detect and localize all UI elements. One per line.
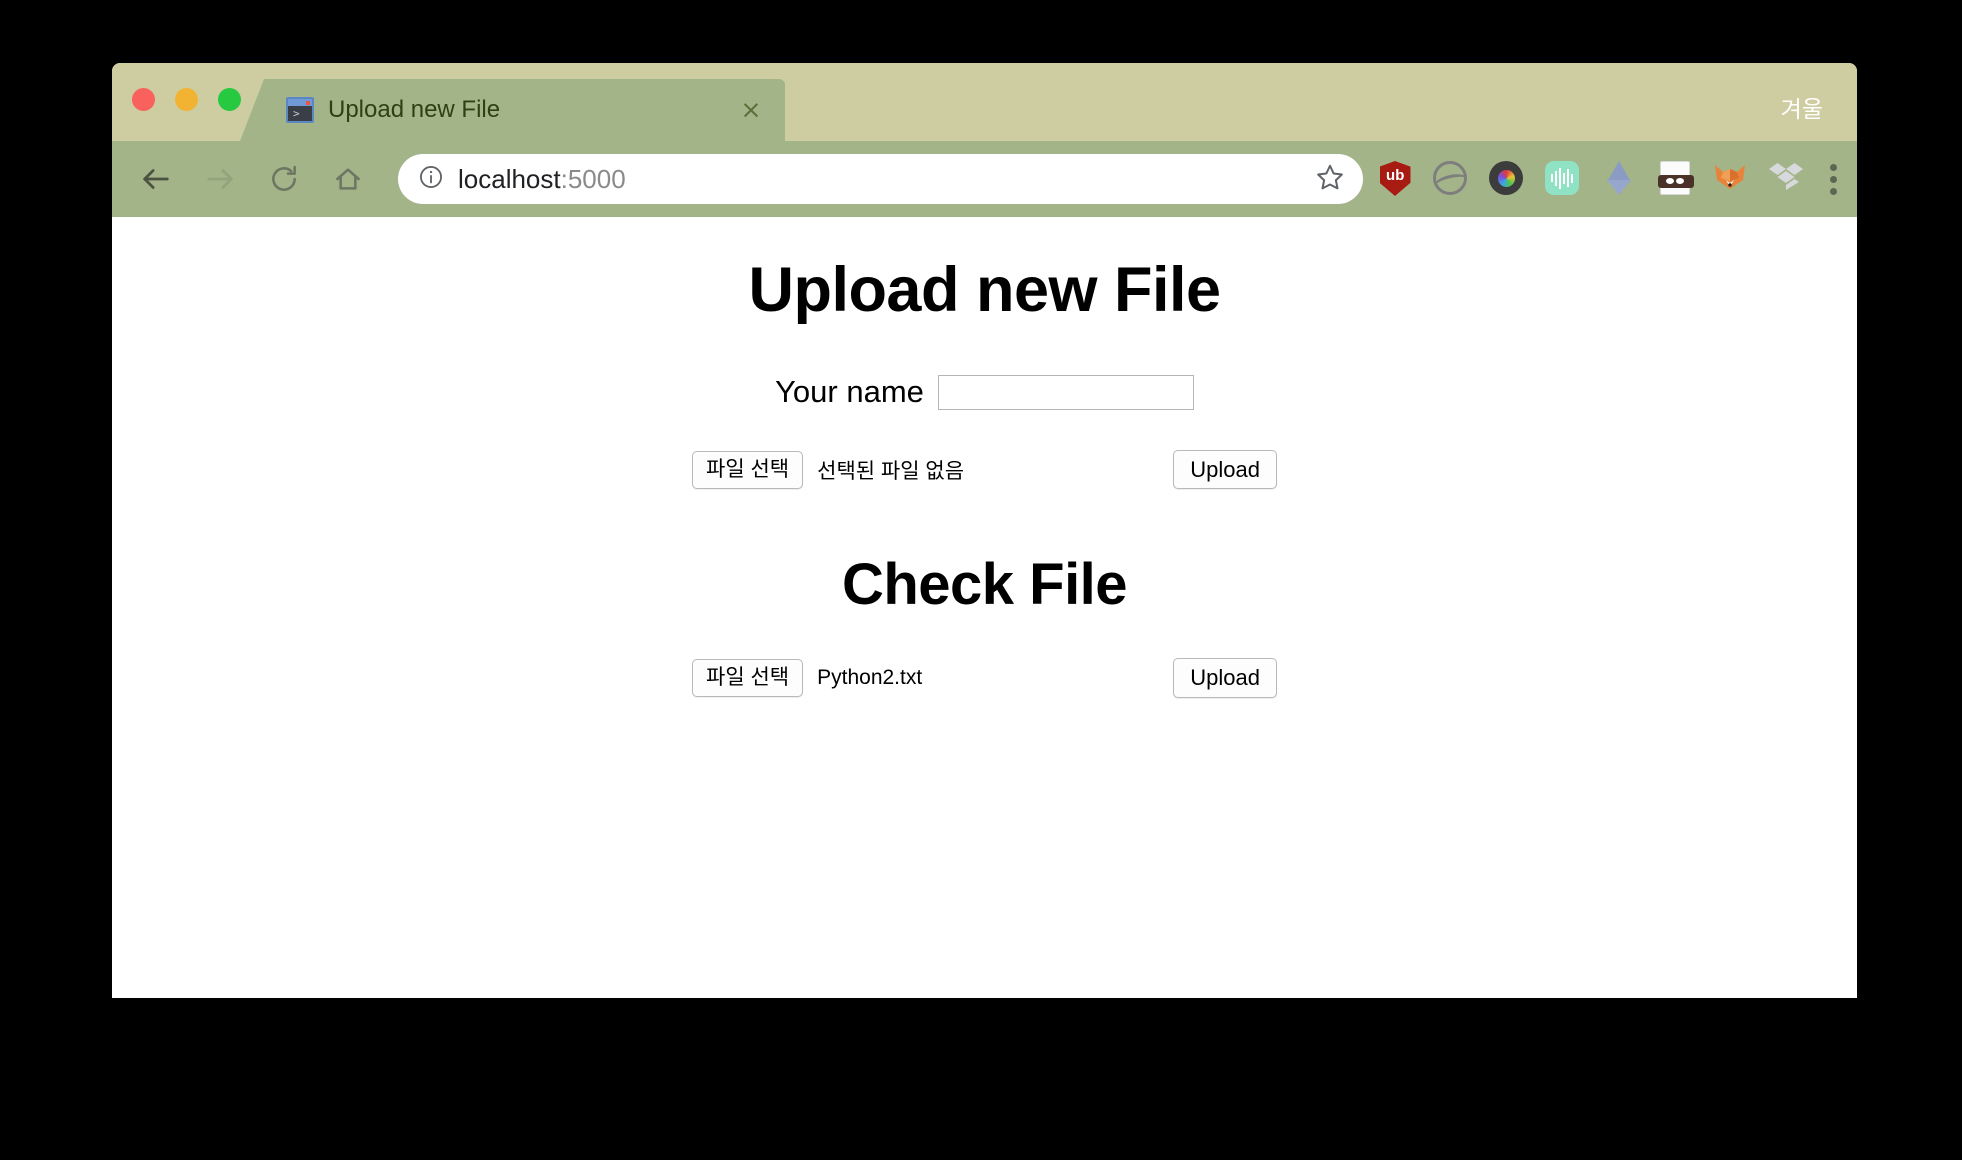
browser-window: > Upload new File × 겨울 localhost:5000 qn… — [112, 63, 1857, 998]
name-field-label: Your name — [775, 374, 924, 409]
extensions-area: qn — [1377, 161, 1813, 197]
tab-upload-new-file[interactable]: > Upload new File × — [240, 79, 785, 141]
profile-name[interactable]: 겨울 — [1781, 90, 1823, 124]
choose-file-button-check[interactable]: 파일 선택 — [692, 658, 804, 698]
minimize-window-button[interactable] — [175, 88, 198, 111]
masked-document-icon[interactable] — [1657, 161, 1694, 197]
wave-circle-icon[interactable] — [1433, 161, 1469, 197]
zoom-window-button[interactable] — [218, 88, 241, 111]
tab-title: Upload new File — [328, 96, 501, 123]
audio-waveform-icon[interactable] — [1545, 161, 1581, 197]
address-bar[interactable]: localhost:5000 — [398, 154, 1363, 204]
terminal-icon: > — [286, 97, 314, 123]
reload-icon[interactable] — [256, 151, 312, 207]
window-controls — [132, 88, 241, 111]
name-input[interactable] — [937, 374, 1194, 410]
ublock-origin-icon[interactable]: qn — [1377, 161, 1413, 197]
browser-toolbar: localhost:5000 qn — [112, 141, 1857, 217]
info-circle-icon[interactable] — [418, 164, 444, 195]
dropbox-icon[interactable] — [1769, 161, 1805, 197]
name-field-row: Your name — [112, 374, 1857, 410]
star-icon[interactable] — [1315, 162, 1345, 197]
tab-strip: > Upload new File × 겨울 — [112, 63, 1857, 193]
check-form-row: 파일 선택 Python2.txt Upload — [692, 658, 1277, 698]
upload-button-1[interactable]: Upload — [1173, 450, 1277, 490]
upload-form-row: 파일 선택 선택된 파일 없음 Upload — [692, 450, 1277, 490]
page-viewport: Upload new File Your name 파일 선택 선택된 파일 없… — [112, 217, 1857, 998]
upload-button-2[interactable]: Upload — [1173, 658, 1277, 698]
url-text[interactable]: localhost:5000 — [458, 164, 1305, 195]
page-title-check: Check File — [841, 552, 1128, 618]
three-dots-icon[interactable] — [1813, 163, 1857, 195]
close-icon[interactable]: × — [739, 97, 763, 122]
ethereum-icon[interactable] — [1601, 161, 1637, 197]
file-status-check: Python2.txt — [817, 665, 923, 689]
close-window-button[interactable] — [132, 88, 155, 111]
page-title-upload: Upload new File — [748, 255, 1221, 325]
choose-file-button-upload[interactable]: 파일 선택 — [692, 450, 804, 489]
forward-arrow-icon — [192, 151, 248, 207]
camera-lens-icon[interactable] — [1489, 161, 1525, 197]
back-arrow-icon[interactable] — [128, 151, 184, 207]
fox-icon[interactable] — [1713, 161, 1749, 197]
file-status-upload: 선택된 파일 없음 — [817, 459, 965, 483]
home-icon[interactable] — [320, 151, 376, 207]
screen: > Upload new File × 겨울 localhost:5000 qn… — [0, 0, 1962, 1160]
